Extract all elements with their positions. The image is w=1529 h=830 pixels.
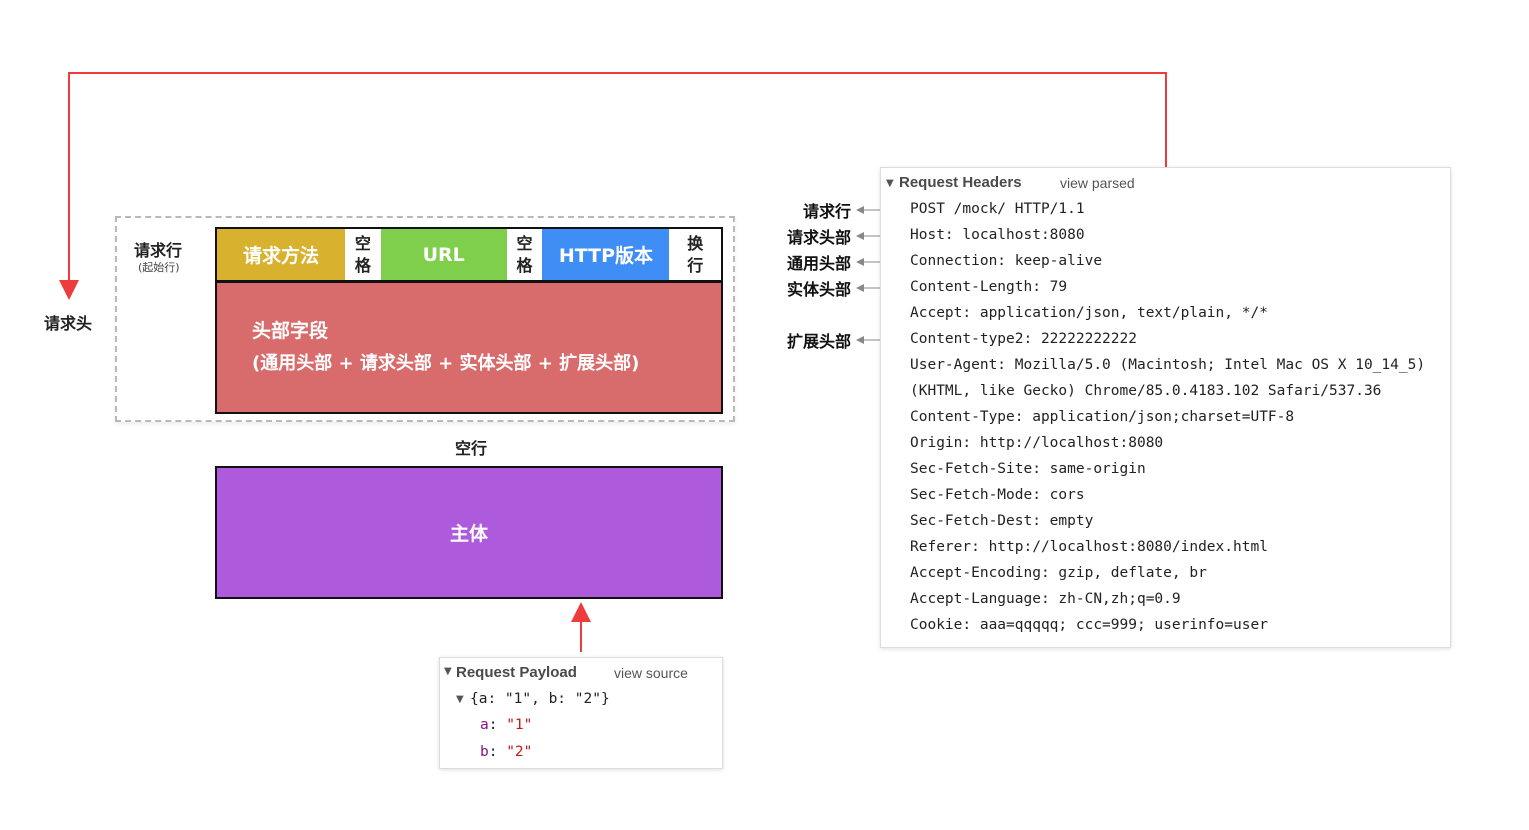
payload-key: b	[480, 744, 489, 760]
payload-value: "1"	[506, 717, 533, 733]
space-cell-2-char-2: 格	[516, 255, 533, 275]
header-line: POST /mock/ HTTP/1.1	[910, 201, 1085, 217]
view-parsed-link[interactable]: view parsed	[1060, 175, 1135, 191]
header-line: Connection: keep-alive	[910, 253, 1103, 269]
header-line: Content-type2: 22222222222	[910, 331, 1137, 347]
space-cell-1-char-1: 空	[354, 233, 371, 253]
headers-panel-title[interactable]: Request Headers	[899, 174, 1022, 191]
method-cell: 请求方法	[217, 229, 345, 280]
payload-panel-title[interactable]: Request Payload	[456, 664, 577, 681]
request-line-sublabel: (起始行)	[138, 261, 180, 274]
payload-summary: {a: "1", b: "2"}	[470, 691, 610, 707]
header-line: User-Agent: Mozilla/5.0 (Macintosh; Inte…	[910, 357, 1426, 373]
space-cell-1: 空 格	[344, 229, 381, 280]
payload-entry: b: "2"	[480, 744, 533, 760]
header-line: Content-Type: application/json;charset=U…	[910, 409, 1295, 425]
header-line: Referer: http://localhost:8080/index.htm…	[910, 539, 1268, 555]
header-line: Sec-Fetch-Site: same-origin	[910, 461, 1146, 477]
crlf-cell: 换 行	[669, 229, 721, 280]
payload-entry: a: "1"	[480, 717, 533, 733]
header-line: Accept-Language: zh-CN,zh;q=0.9	[910, 591, 1181, 607]
crlf-cell-char-2: 行	[687, 255, 704, 275]
request-line-label: 请求行	[134, 241, 183, 260]
header-fields-box	[215, 281, 723, 414]
request-payload-panel: ▼ Request Payload view source ▼ {a: "1",…	[439, 657, 723, 769]
annotation-label: 实体头部	[786, 280, 851, 299]
payload-key: a	[480, 717, 489, 733]
request-head-label: 请求头	[44, 314, 93, 333]
crlf-cell-char-1: 换	[687, 233, 704, 253]
header-line: Accept: application/json, text/plain, */…	[910, 305, 1268, 321]
header-line: Host: localhost:8080	[910, 227, 1085, 243]
view-source-link[interactable]: view source	[614, 665, 688, 681]
http-version-cell: HTTP版本	[542, 229, 670, 280]
header-fields-title: 头部字段	[252, 320, 329, 342]
request-line-row: 请求方法 空 格 URL 空 格 HTTP版本 换 行	[215, 227, 723, 282]
header-fields-description: (通用头部 + 请求头部 + 实体头部 + 扩展头部)	[252, 353, 640, 374]
triangle-down-icon[interactable]: ▼	[886, 178, 894, 189]
annotation-label: 扩展头部	[786, 332, 851, 351]
header-line: Sec-Fetch-Mode: cors	[910, 487, 1085, 503]
annotation-label: 请求头部	[786, 228, 851, 247]
blank-line-label: 空行	[455, 439, 488, 458]
space-cell-1-char-2: 格	[354, 255, 371, 275]
url-cell: URL	[380, 229, 507, 280]
header-line: Sec-Fetch-Dest: empty	[910, 513, 1094, 529]
header-line: Origin: http://localhost:8080	[910, 435, 1164, 451]
header-line: Cookie: aaa=qqqqq; ccc=999; userinfo=use…	[910, 617, 1268, 633]
annotation-label: 通用头部	[786, 254, 851, 273]
triangle-down-icon[interactable]: ▼	[456, 694, 464, 705]
body-label: 主体	[449, 523, 488, 545]
header-line: Content-Length: 79	[910, 279, 1068, 295]
space-cell-2-char-1: 空	[516, 233, 533, 253]
header-line: (KHTML, like Gecko) Chrome/85.0.4183.102…	[910, 383, 1382, 399]
request-headers-panel: ▼ Request Headers view parsed POST /mock…	[880, 167, 1451, 648]
annotation-label: 请求行	[802, 202, 851, 221]
header-line: Accept-Encoding: gzip, deflate, br	[910, 565, 1207, 581]
triangle-down-icon[interactable]: ▼	[444, 666, 452, 677]
body-box: 主体	[215, 466, 723, 599]
payload-value: "2"	[506, 744, 533, 760]
space-cell-2: 空 格	[506, 229, 543, 280]
